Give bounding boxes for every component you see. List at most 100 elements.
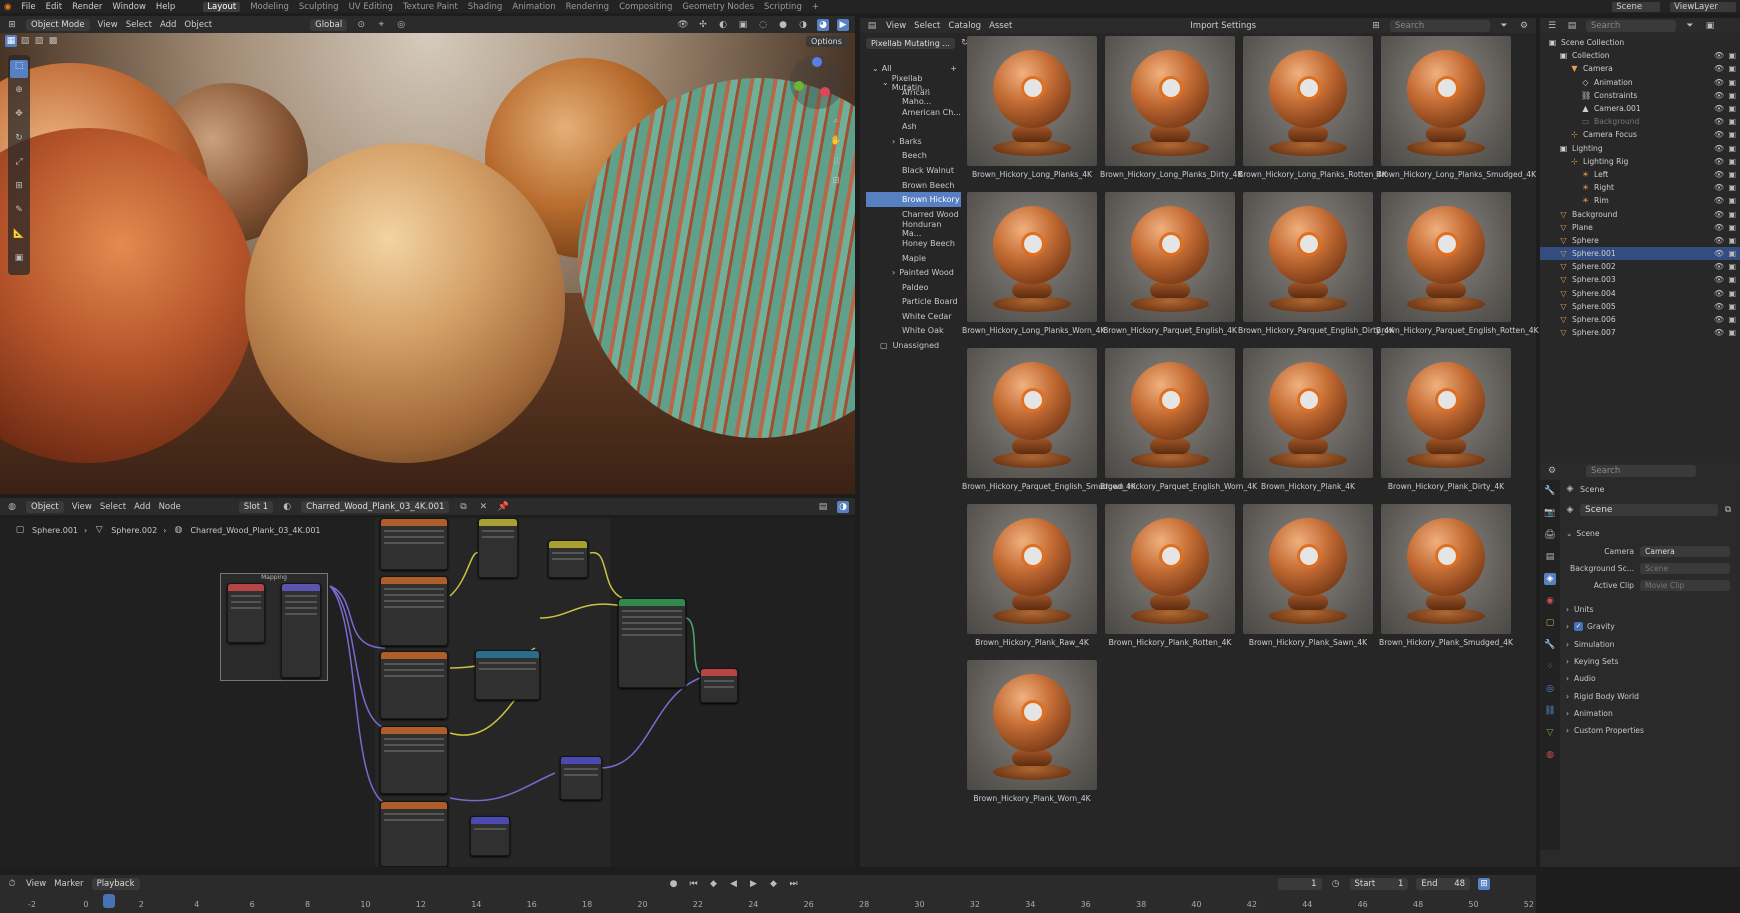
visibility-eye-icon[interactable]: 👁 <box>1714 315 1724 324</box>
viewport-menu-view[interactable]: View <box>98 20 118 30</box>
pin-icon[interactable]: 📌 <box>497 501 509 513</box>
workspace-tab-scripting[interactable]: Scripting <box>764 2 802 12</box>
modifier-tab-icon[interactable]: 🔧 <box>1544 639 1556 651</box>
active-clip-field[interactable]: Movie Clip <box>1640 580 1730 592</box>
constraints-tab-icon[interactable]: ⛓ <box>1544 705 1556 717</box>
visibility-eye-icon[interactable]: 👁 <box>1714 289 1724 298</box>
workspace-tab-layout[interactable]: Layout <box>203 1 241 12</box>
render-visibility-icon[interactable]: ▣ <box>1728 210 1736 219</box>
current-frame-field[interactable]: 1 <box>1277 877 1322 890</box>
catalog-item[interactable]: › Barks <box>866 134 961 149</box>
asset-thumbnail[interactable] <box>1381 504 1511 634</box>
properties-section[interactable]: › Units <box>1562 601 1737 618</box>
visibility-eye-icon[interactable]: 👁 <box>1714 328 1724 337</box>
principled-bsdf-node[interactable] <box>618 598 686 688</box>
color-node[interactable] <box>475 650 540 700</box>
zoom-icon[interactable]: ⌕ <box>830 115 842 127</box>
select-new-icon[interactable]: ▦ <box>5 35 17 47</box>
outliner-item[interactable]: ▣ Scene Collection <box>1540 36 1740 49</box>
playhead[interactable] <box>103 894 115 908</box>
timeline-menu-view[interactable]: View <box>26 879 46 889</box>
select-extend-icon[interactable]: ▧ <box>19 35 31 47</box>
render-visibility-icon[interactable]: ▣ <box>1728 144 1736 153</box>
select-subtract-icon[interactable]: ▨ <box>33 35 45 47</box>
visibility-eye-icon[interactable]: 👁 <box>1714 170 1724 179</box>
scene-panel-header[interactable]: ⌄ Scene <box>1562 525 1737 542</box>
snap-icon[interactable]: ⌖ <box>375 19 387 31</box>
texture-coordinate-node[interactable] <box>227 583 265 643</box>
world-tab-icon[interactable]: ◉ <box>1544 595 1556 607</box>
xray-icon[interactable]: ▣ <box>737 19 749 31</box>
visibility-eye-icon[interactable]: 👁 <box>1714 210 1724 219</box>
workspace-tab-compositing[interactable]: Compositing <box>619 2 672 12</box>
outliner-item[interactable]: ▽ Sphere.004 👁 ▣ <box>1540 287 1740 300</box>
scene-selector[interactable]: Scene <box>1612 1 1661 12</box>
render-visibility-icon[interactable]: ▣ <box>1728 64 1736 73</box>
editor-type-icon[interactable]: ⏱ <box>6 878 18 890</box>
image-texture-node-3[interactable] <box>380 651 448 719</box>
mapping-frame[interactable]: Mapping <box>220 573 328 681</box>
outliner-item[interactable]: ▽ Plane 👁 ▣ <box>1540 221 1740 234</box>
render-visibility-icon[interactable]: ▣ <box>1728 249 1736 258</box>
render-visibility-icon[interactable]: ▣ <box>1728 91 1736 100</box>
background-scene-field[interactable]: Scene <box>1640 562 1730 574</box>
render-visibility-icon[interactable]: ▣ <box>1728 170 1736 179</box>
asset-thumbnail[interactable] <box>967 504 1097 634</box>
scene-tab-icon[interactable]: ◈ <box>1544 573 1556 585</box>
scene-name-field[interactable]: Scene <box>1580 504 1718 516</box>
render-visibility-icon[interactable]: ▣ <box>1728 223 1736 232</box>
visibility-eye-icon[interactable]: 👁 <box>1714 91 1724 100</box>
timeline-menu-playback[interactable]: Playback <box>91 877 140 890</box>
workspace-tab-texture-paint[interactable]: Texture Paint <box>403 2 458 12</box>
asset-thumbnail[interactable] <box>1243 504 1373 634</box>
overlay-icon[interactable]: ◐ <box>717 19 729 31</box>
asset-thumbnail[interactable] <box>1105 192 1235 322</box>
transform-orientation-dropdown[interactable]: Global <box>310 18 348 31</box>
outliner-item[interactable]: ▭ Background 👁 ▣ <box>1540 115 1740 128</box>
select-invert-icon[interactable]: ▩ <box>47 35 59 47</box>
material-name-field[interactable]: Charred_Wood_Plank_03_4K.001 <box>301 500 450 513</box>
image-texture-node-5[interactable] <box>380 801 448 867</box>
select-box-tool-icon[interactable]: ⬚ <box>10 60 28 78</box>
backdrop-icon[interactable]: ▤ <box>817 501 829 513</box>
outliner-item[interactable]: ▼ Camera 👁 ▣ <box>1540 62 1740 75</box>
asset-thumbnail[interactable] <box>1105 504 1235 634</box>
outliner-item[interactable]: ⊹ Camera Focus 👁 ▣ <box>1540 128 1740 141</box>
render-visibility-icon[interactable]: ▣ <box>1728 104 1736 113</box>
catalog-item[interactable]: White Cedar <box>866 309 961 324</box>
rotate-tool-icon[interactable]: ↻ <box>10 132 28 150</box>
workspace-tab-rendering[interactable]: Rendering <box>566 2 609 12</box>
view-layer-selector[interactable]: ViewLayer <box>1670 1 1736 12</box>
render-tab-icon[interactable]: 📷 <box>1544 507 1556 519</box>
visibility-eye-icon[interactable]: 👁 <box>1714 130 1724 139</box>
add-cube-tool-icon[interactable]: ▣ <box>10 252 28 270</box>
prev-keyframe-icon[interactable]: ◆ <box>708 878 720 890</box>
render-visibility-icon[interactable]: ▣ <box>1728 302 1736 311</box>
outliner-item[interactable]: ▽ Sphere.002 👁 ▣ <box>1540 260 1740 273</box>
properties-section[interactable]: › ✓ Gravity <box>1562 618 1737 635</box>
render-visibility-icon[interactable]: ▣ <box>1728 183 1736 192</box>
tool-tab-icon[interactable]: 🔧 <box>1544 485 1556 497</box>
color-ramp-node[interactable] <box>478 518 518 578</box>
visibility-eye-icon[interactable]: 👁 <box>1714 117 1724 126</box>
outliner-item[interactable]: ⊹ Lighting Rig 👁 ▣ <box>1540 155 1740 168</box>
catalog-item[interactable]: Brown Beech <box>866 178 961 193</box>
jump-end-icon[interactable]: ⏭ <box>788 878 800 890</box>
play-reverse-icon[interactable]: ◀ <box>728 878 740 890</box>
frame-end-field[interactable]: End 48 <box>1416 877 1471 890</box>
gizmo-y-axis-icon[interactable] <box>794 81 804 91</box>
scene-browse-icon[interactable]: ◈ <box>1564 504 1576 516</box>
properties-section[interactable]: › Rigid Body World <box>1562 688 1737 705</box>
asset-thumbnail[interactable] <box>967 192 1097 322</box>
navigation-gizmo[interactable] <box>790 55 844 109</box>
asset-search-input[interactable]: Search <box>1390 19 1490 32</box>
viewport-menu-select[interactable]: Select <box>126 20 152 30</box>
editor-type-icon[interactable]: ⊞ <box>6 19 18 31</box>
image-texture-node-1[interactable] <box>380 518 448 570</box>
new-collection-icon[interactable]: ▣ <box>1704 20 1716 32</box>
timeline-menu-marker[interactable]: Marker <box>54 879 83 889</box>
new-catalog-icon[interactable]: + <box>950 64 957 73</box>
render-visibility-icon[interactable]: ▣ <box>1728 130 1736 139</box>
object-mode-dropdown[interactable]: Object Mode <box>26 18 90 31</box>
render-visibility-icon[interactable]: ▣ <box>1728 328 1736 337</box>
